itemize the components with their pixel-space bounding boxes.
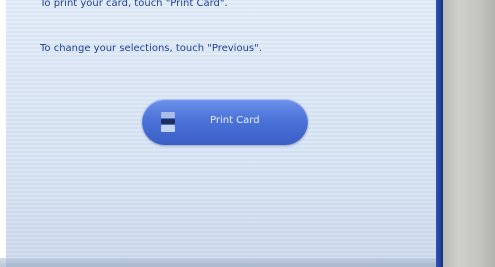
print-instruction-text: To print your card, touch "Print Card".: [40, 0, 228, 9]
print-card-button[interactable]: Print Card: [142, 99, 308, 145]
card-icon: [161, 112, 175, 132]
print-card-label: Print Card: [210, 115, 260, 126]
kiosk-screen: To print your card, touch "Print Card". …: [6, 0, 440, 267]
kiosk-bezel: [443, 0, 495, 267]
screen-edge: [436, 0, 443, 267]
kiosk-photo-frame: To print your card, touch "Print Card". …: [0, 0, 495, 267]
screen-bottom-edge: [0, 258, 436, 267]
previous-instruction-text: To change your selections, touch "Previo…: [40, 43, 262, 54]
